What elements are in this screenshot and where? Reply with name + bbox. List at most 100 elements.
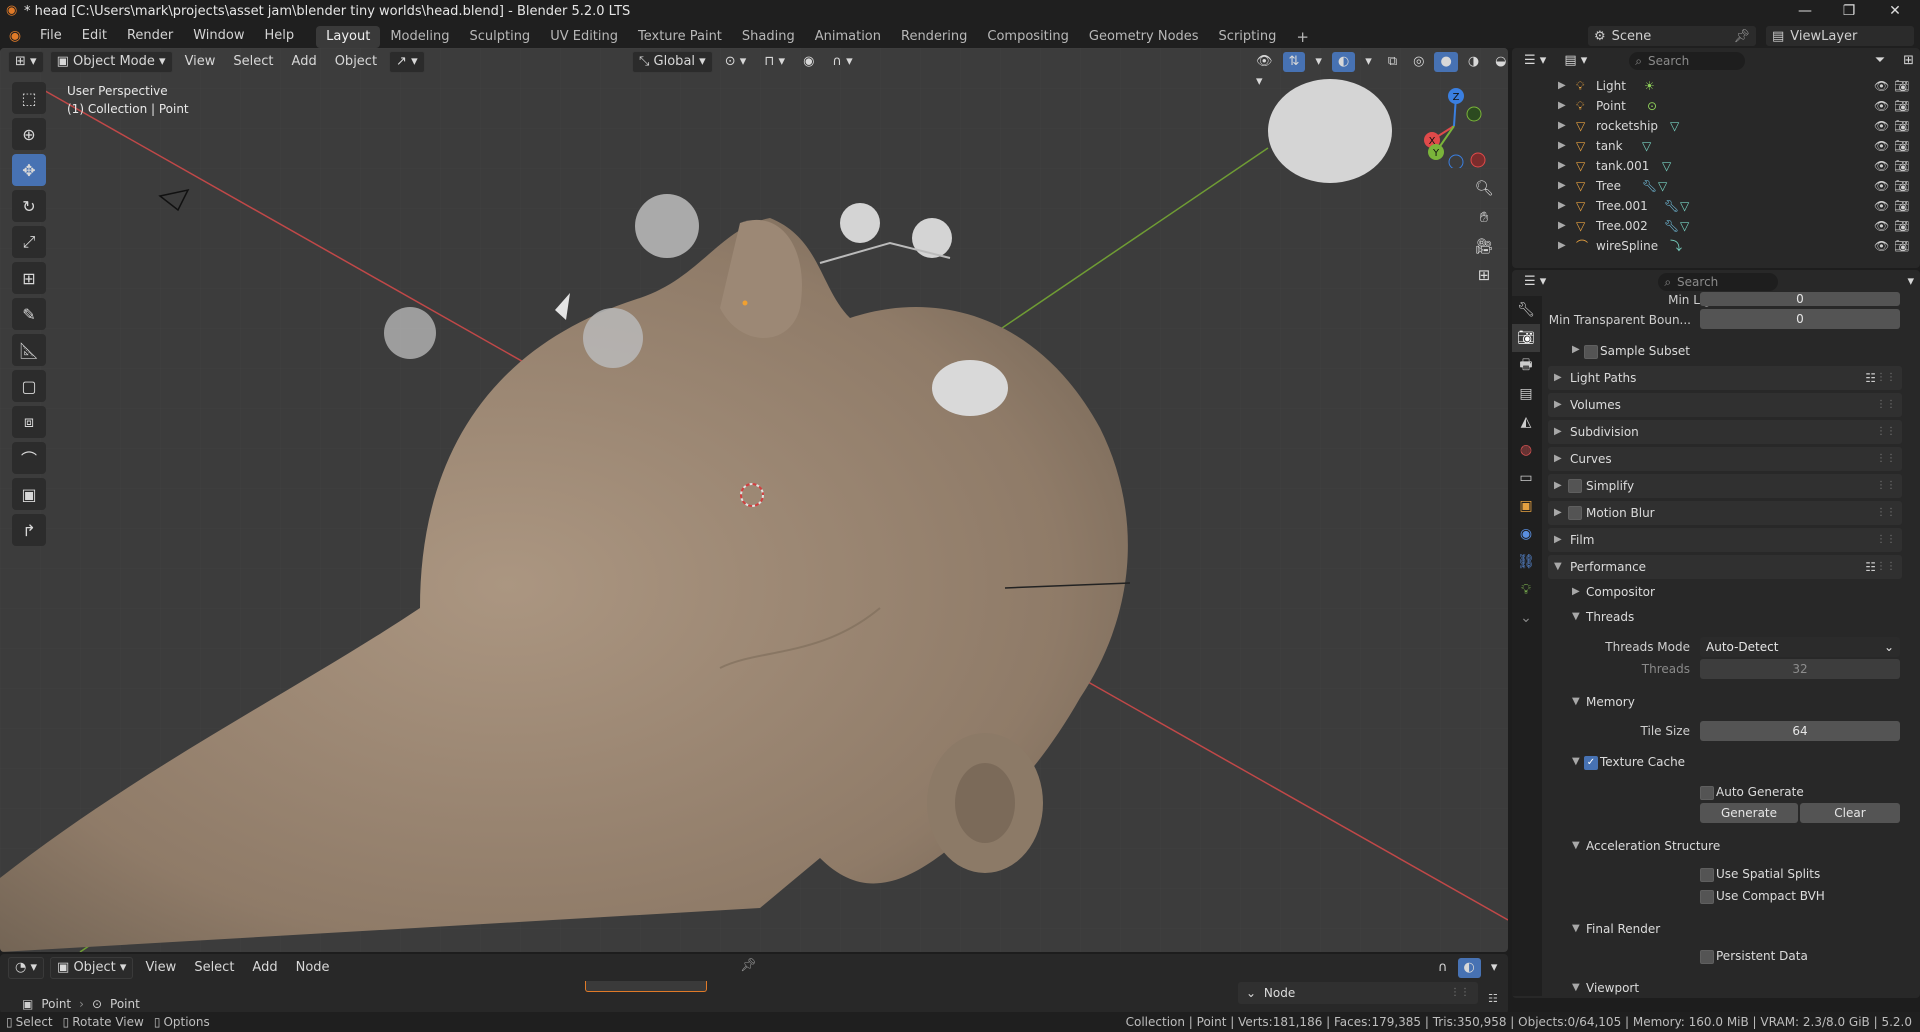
expand-icon[interactable]: ▶ [1572,344,1580,355]
outliner-editor-icon[interactable]: ☰ ▾ [1518,51,1552,71]
scene-tab-icon[interactable]: ◭ [1512,408,1540,436]
tab-scripting[interactable]: Scripting [1209,26,1287,48]
outliner-item-tree[interactable]: ▶ ▽ Tree 🔧︎ ▽ 👁︎ 📷︎ [1512,176,1920,196]
drag-handle-icon[interactable]: ⋮⋮ [1450,982,1470,1004]
camera-render-icon[interactable]: 📷︎ [1894,196,1909,216]
texture-cache-checkbox[interactable]: ✓ [1584,756,1598,770]
camera-render-icon[interactable]: 📷︎ [1894,216,1909,236]
tree-object[interactable] [635,194,699,258]
tile-size-field[interactable]: 64 [1700,721,1900,741]
outliner-item-tank-001[interactable]: ▶ ▽ tank.001 ▽ 👁︎ 📷︎ [1512,156,1920,176]
outliner-search[interactable]: ⌕ Search [1629,52,1746,70]
camera-render-icon[interactable]: 📷︎ [1894,96,1909,116]
minimize-button[interactable]: — [1782,0,1828,24]
eye-icon[interactable]: 👁︎ [1874,196,1889,216]
new-collection-icon[interactable]: ⊞ [1897,51,1920,71]
expand-icon[interactable]: ▶ [1558,216,1566,236]
tab-modeling[interactable]: Modeling [380,26,459,48]
modifier-wrench-icon[interactable]: 🔧︎ [1664,196,1679,216]
world-tab-icon[interactable]: ◍ [1512,436,1540,464]
snap-icon[interactable]: ⊓ ▾ [758,52,791,72]
proportional-edit-icon[interactable]: ◉ [797,52,820,72]
camera-render-icon[interactable]: 📷︎ [1894,136,1909,156]
eye-icon[interactable]: 👁︎ [1874,176,1889,196]
pin-icon[interactable]: 📌︎ [740,958,757,973]
compositor-subpanel[interactable]: Compositor [1586,585,1655,599]
min-transparent-bounces-field[interactable]: 0 [1700,309,1900,329]
modifier-wrench-icon[interactable]: 🔧︎ [1642,176,1657,196]
rotate-tool[interactable]: ↻ [12,190,46,222]
xray-icon[interactable]: ⧉ [1382,52,1403,72]
eye-icon[interactable]: 👁︎ [1874,76,1889,96]
collapse-icon[interactable]: ▼ [1572,756,1580,767]
tab-layout[interactable]: Layout [316,25,381,48]
mesh-data-icon[interactable]: ▽ [1662,156,1671,176]
panel-volumes[interactable]: ▶ Volumes ⋮⋮ [1548,393,1902,417]
add-primitive-tool[interactable]: ⧈ [12,406,46,438]
viewport-subpanel[interactable]: Viewport [1586,981,1639,995]
pin-icon[interactable]: 📌︎ [1733,29,1756,44]
add-cube-tool[interactable]: ▢ [12,370,46,402]
outliner-item-rocketship[interactable]: ▶ ▽ rocketship ▽ 👁︎ 📷︎ [1512,116,1920,136]
collapse-icon[interactable]: ▼ [1572,611,1580,622]
solid-shading-icon[interactable]: ● [1434,52,1458,72]
menu-render[interactable]: Render [117,24,183,48]
mesh-data-icon[interactable]: ▽ [1680,216,1689,236]
drag-handle-icon[interactable]: ⋮⋮ [1876,420,1896,444]
scale-tool[interactable]: ⤢ [12,226,46,258]
panel-curves[interactable]: ▶ Curves ⋮⋮ [1548,447,1902,471]
view-layer-selector[interactable]: ▤ ViewLayer [1766,26,1914,46]
visibility-icon[interactable]: 👁︎ ▾ [1250,52,1279,89]
eye-icon[interactable]: 👁︎ [1874,96,1889,116]
presets-icon[interactable]: ☷ [1865,366,1876,390]
point-light-origin[interactable] [742,300,748,306]
tool-tab-icon[interactable]: 🔧︎ [1512,296,1540,324]
tank-object[interactable] [840,203,880,243]
outliner-item-point[interactable]: ▶ 💡︎ Point ⊙ 👁︎ 📷︎ [1512,96,1920,116]
drag-handle-icon[interactable]: ⋮⋮ [1876,393,1896,417]
close-button[interactable]: ✕ [1872,0,1918,24]
clear-button[interactable]: Clear [1800,803,1900,823]
menu-file[interactable]: File [30,24,72,48]
viewport-menu-add[interactable]: Add [286,52,323,72]
tab-shading[interactable]: Shading [732,26,805,48]
expand-icon[interactable]: ▶ [1558,96,1566,116]
orientation-dropdown[interactable]: ⤡ Global ▾ [632,51,713,73]
expand-icon[interactable]: ▶ [1558,76,1566,96]
bend-tool[interactable]: ↱ [12,514,46,546]
gpencil-dropdown[interactable]: ↗ ▾ [389,51,425,73]
camera-render-icon[interactable]: 📷︎ [1894,156,1909,176]
expand-icon[interactable]: ▶ [1558,176,1566,196]
expand-icon[interactable]: ▶ [1558,236,1566,256]
pan-hand-icon[interactable]: ✋︎ [1472,205,1496,229]
properties-search[interactable]: ⌕ Search [1658,273,1779,291]
tank-object[interactable] [912,218,952,258]
collapse-icon[interactable]: ▼ [1572,923,1580,934]
falloff-icon[interactable]: ∩ ▾ [826,52,858,72]
more-tabs-icon[interactable]: ⌄ [1512,604,1540,632]
frame-tool[interactable]: ▣ [12,478,46,510]
node-menu-add[interactable]: Add [246,958,283,978]
node-editor-type-icon[interactable]: ◔ ▾ [8,957,45,979]
snap-icon[interactable]: ∩ [1432,958,1454,978]
outliner-item-tree-002[interactable]: ▶ ▽ Tree.002 🔧︎ ▽ 👁︎ 📷︎ [1512,216,1920,236]
node-menu-node[interactable]: Node [290,958,336,978]
pivot-icon[interactable]: ⊙ ▾ [719,52,753,72]
drag-handle-icon[interactable]: ⋮⋮ [1876,501,1896,525]
viewport-menu-object[interactable]: Object [329,52,383,72]
drag-handle-icon[interactable]: ⋮⋮ [1876,474,1896,498]
display-mode-icon[interactable]: ▤ ▾ [1558,51,1593,71]
gizmo-toggle-icon[interactable]: ⇅ [1282,52,1306,72]
node-menu-select[interactable]: Select [188,958,240,978]
expand-icon[interactable]: ▶ [1572,586,1580,597]
measure-tool[interactable]: 📐︎ [12,334,46,366]
navigation-gizmo[interactable]: X Y Z [1412,84,1496,168]
physics-tab-icon[interactable]: ◉ [1512,520,1540,548]
menu-window[interactable]: Window [183,24,254,48]
spatial-splits-checkbox[interactable] [1700,868,1714,882]
expand-icon[interactable]: ▶ [1558,156,1566,176]
drag-handle-icon[interactable]: ⋮⋮ [1876,447,1896,471]
properties-editor-icon[interactable]: ☰ ▾ [1518,272,1552,292]
outliner-item-wirespline[interactable]: ▶ ⌒ wireSpline ⤵ 👁︎ 📷︎ [1512,236,1920,256]
modifier-wrench-icon[interactable]: 🔧︎ [1664,216,1679,236]
